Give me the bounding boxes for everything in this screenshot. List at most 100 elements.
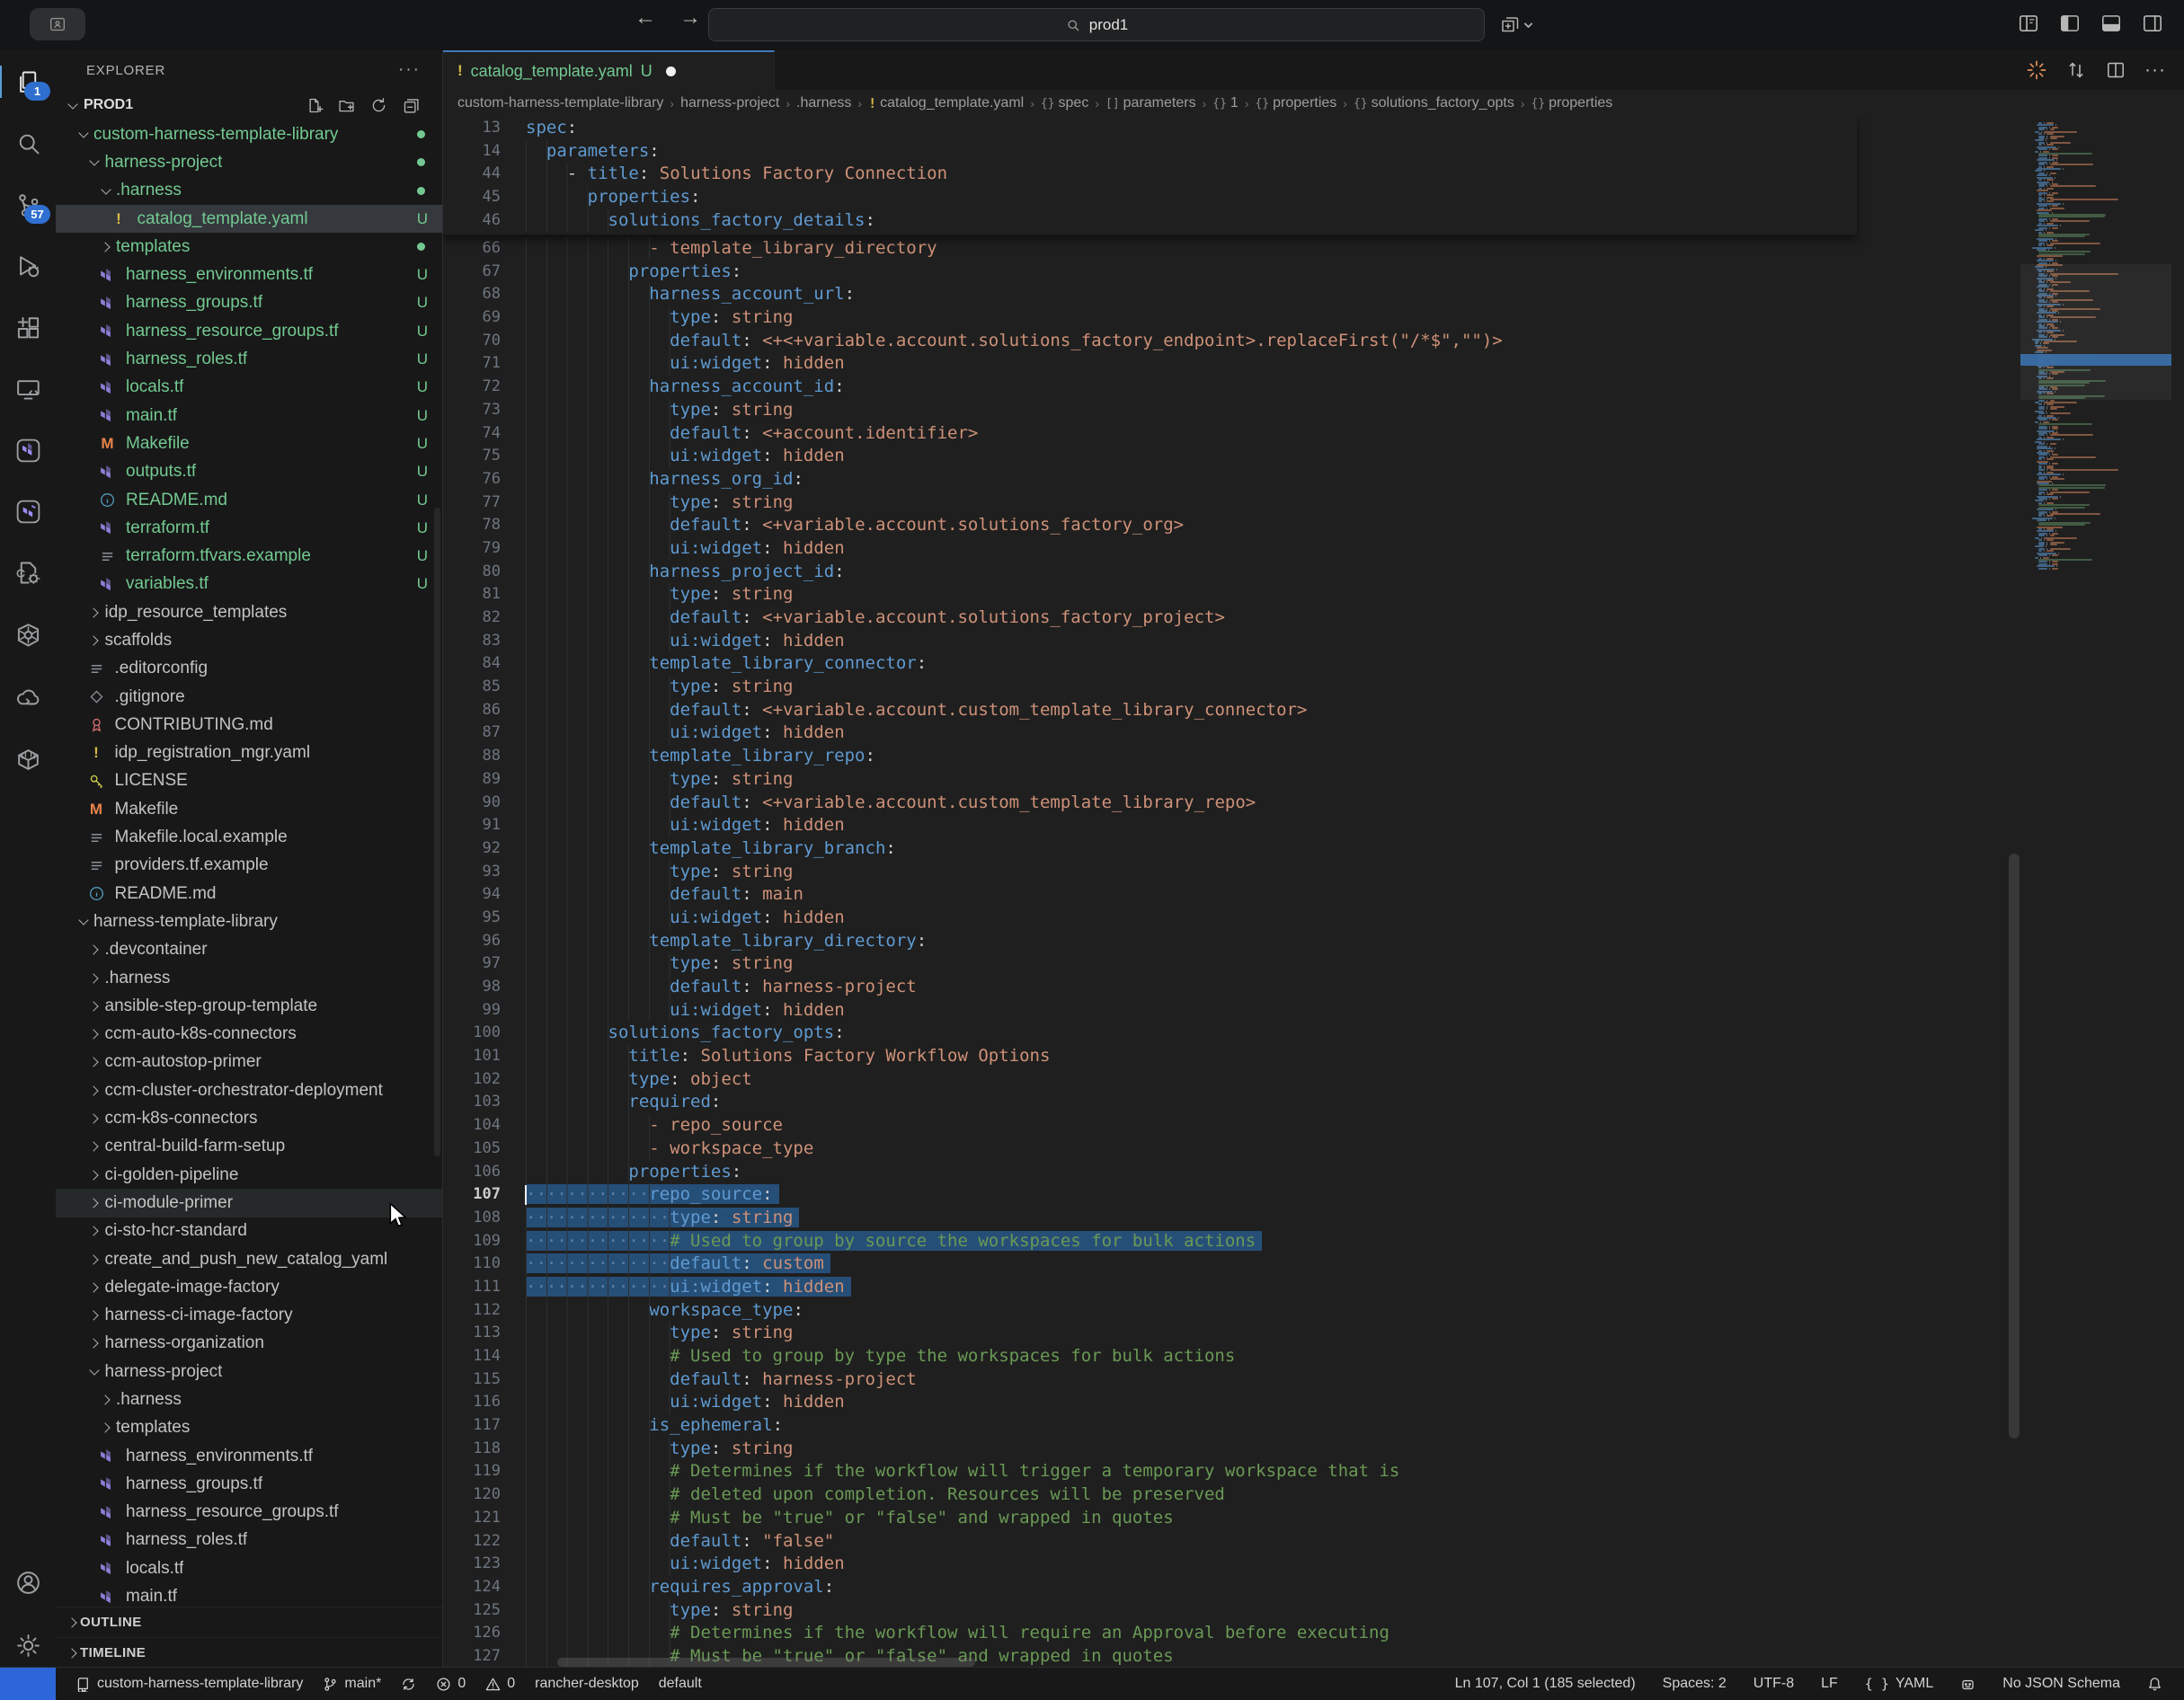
folder-delegate-image-factory[interactable]: delegate-image-factory: [56, 1273, 442, 1301]
timeline-section[interactable]: TIMELINE: [56, 1637, 442, 1668]
minimap-slider[interactable]: [2020, 264, 2171, 400]
code-line-76[interactable]: 76 harness_org_id:: [443, 468, 1857, 491]
remote-indicator[interactable]: [0, 1668, 56, 1700]
file-harness_environments.tf[interactable]: harness_environments.tf: [56, 1442, 442, 1470]
compare-changes-icon[interactable]: [2065, 59, 2087, 81]
activitybar-extensions[interactable]: [0, 307, 56, 349]
code-line-125[interactable]: 125 type: string: [443, 1599, 1857, 1623]
file-catalog_template.yaml[interactable]: !catalog_template.yamlU: [56, 205, 442, 233]
breadcrumb-item[interactable]: {}spec: [1041, 95, 1088, 111]
file-harness_roles.tf[interactable]: harness_roles.tf: [56, 1527, 442, 1554]
file-.gitignore[interactable]: .gitignore: [56, 683, 442, 711]
folder-ci-sto-hcr-standard[interactable]: ci-sto-hcr-standard: [56, 1217, 442, 1245]
code-line-116[interactable]: 116 ui:widget: hidden: [443, 1391, 1857, 1414]
code-line-126[interactable]: 126 # Determines if the workflow will re…: [443, 1622, 1857, 1645]
folder-ansible-step-group-template[interactable]: ansible-step-group-template: [56, 992, 442, 1020]
activitybar-search[interactable]: [0, 122, 56, 164]
code-line-70[interactable]: 70 default: <+<+variable.account.solutio…: [443, 330, 1857, 353]
code-line-93[interactable]: 93 type: string: [443, 861, 1857, 884]
code-line-73[interactable]: 73 type: string: [443, 399, 1857, 422]
breadcrumb-item[interactable]: []parameters: [1105, 95, 1196, 111]
sidebar-scrollbar[interactable]: [434, 508, 440, 1156]
forward-button[interactable]: →: [679, 5, 701, 31]
file-Makefile[interactable]: MMakefileU: [56, 429, 442, 457]
status-notifications[interactable]: [2147, 1677, 2162, 1692]
folder-.harness[interactable]: .harness: [56, 177, 442, 205]
code-line-13[interactable]: 13spec:: [443, 117, 1857, 140]
code-line-84[interactable]: 84 template_library_connector:: [443, 652, 1857, 676]
folder-harness-ci-image-factory[interactable]: harness-ci-image-factory: [56, 1301, 442, 1329]
activitybar-terraform-cloud[interactable]: [0, 491, 56, 532]
code-line-113[interactable]: 113 type: string: [443, 1322, 1857, 1345]
code-line-87[interactable]: 87 ui:widget: hidden: [443, 722, 1857, 745]
activitybar-remote-explorer[interactable]: [0, 368, 56, 410]
code-line-96[interactable]: 96 template_library_directory:: [443, 930, 1857, 953]
breadcrumb-item[interactable]: {}1: [1212, 95, 1238, 111]
file-Makefile[interactable]: MMakefile: [56, 795, 442, 823]
tab-catalog-template-yaml[interactable]: ! catalog_template.yaml U: [443, 50, 775, 90]
status-language-mode[interactable]: { }YAML: [1865, 1676, 1933, 1692]
code-line-100[interactable]: 100 solutions_factory_opts:: [443, 1022, 1857, 1045]
code-line-46[interactable]: 46 solutions_factory_details:: [443, 209, 1857, 233]
file-LICENSE[interactable]: LICENSE: [56, 767, 442, 795]
code-line-81[interactable]: 81 type: string: [443, 583, 1857, 607]
folder-ci-module-primer[interactable]: ci-module-primer: [56, 1189, 442, 1217]
status-json-schema[interactable]: No JSON Schema: [2002, 1676, 2120, 1692]
file-harness_environments.tf[interactable]: harness_environments.tfU: [56, 261, 442, 288]
customize-layout-icon[interactable]: [2017, 12, 2040, 35]
code-line-85[interactable]: 85 type: string: [443, 676, 1857, 699]
file-README.md[interactable]: README.md: [56, 880, 442, 908]
folder-.devcontainer[interactable]: .devcontainer: [56, 936, 442, 964]
file-harness_resource_groups.tf[interactable]: harness_resource_groups.tf: [56, 1499, 442, 1527]
file-Makefile.local.example[interactable]: Makefile.local.example: [56, 823, 442, 851]
file-terraform.tfvars.example[interactable]: terraform.tfvars.exampleU: [56, 542, 442, 570]
status-warnings[interactable]: 0: [485, 1676, 515, 1692]
file-main.tf[interactable]: main.tf: [56, 1582, 442, 1608]
code-line-80[interactable]: 80 harness_project_id:: [443, 561, 1857, 584]
activitybar-kubernetes[interactable]: [0, 615, 56, 656]
code-line-103[interactable]: 103 required:: [443, 1091, 1857, 1114]
code-line-77[interactable]: 77 type: string: [443, 491, 1857, 515]
folder-.harness[interactable]: .harness: [56, 964, 442, 992]
folder-ci-golden-pipeline[interactable]: ci-golden-pipeline: [56, 1161, 442, 1189]
status-repo[interactable]: custom-harness-template-library: [75, 1676, 303, 1692]
folder-harness-organization[interactable]: harness-organization: [56, 1330, 442, 1358]
file-README.md[interactable]: README.mdU: [56, 486, 442, 514]
code-line-44[interactable]: 44 - title: Solutions Factory Connection: [443, 163, 1857, 186]
more-actions[interactable]: ···: [2144, 59, 2166, 81]
file-locals.tf[interactable]: locals.tf: [56, 1554, 442, 1582]
file-harness_groups.tf[interactable]: harness_groups.tf: [56, 1470, 442, 1498]
file-providers.tf.example[interactable]: providers.tf.example: [56, 852, 442, 880]
breadcrumb-item[interactable]: {}solutions_factory_opts: [1354, 95, 1514, 111]
code-line-90[interactable]: 90 default: <+variable.account.custom_te…: [443, 792, 1857, 815]
file-main.tf[interactable]: main.tfU: [56, 402, 442, 429]
code-line-99[interactable]: 99 ui:widget: hidden: [443, 999, 1857, 1023]
folder-ccm-k8s-connectors[interactable]: ccm-k8s-connectors: [56, 1104, 442, 1132]
code-line-124[interactable]: 124 requires_approval:: [443, 1576, 1857, 1599]
file-variables.tf[interactable]: variables.tfU: [56, 571, 442, 598]
code-line-109[interactable]: 109··············# Used to group by sour…: [443, 1230, 1857, 1253]
breadcrumb-item[interactable]: {}properties: [1255, 95, 1336, 111]
breadcrumb-item[interactable]: custom-harness-template-library: [457, 95, 663, 111]
split-editor-icon[interactable]: [2105, 59, 2126, 81]
file-CONTRIBUTING.md[interactable]: CONTRIBUTING.md: [56, 711, 442, 739]
code-line-68[interactable]: 68 harness_account_url:: [443, 283, 1857, 306]
code-line-112[interactable]: 112 workspace_type:: [443, 1299, 1857, 1323]
code-line-82[interactable]: 82 default: <+variable.account.solutions…: [443, 607, 1857, 630]
activitybar-settings[interactable]: [0, 1625, 56, 1666]
code-area[interactable]: 66 - template_library_directory67 proper…: [443, 117, 2020, 1668]
file-harness_groups.tf[interactable]: harness_groups.tfU: [56, 289, 442, 317]
status-feedback[interactable]: [1960, 1677, 1975, 1692]
code-line-104[interactable]: 104 - repo_source: [443, 1114, 1857, 1138]
new-file-icon[interactable]: [305, 96, 324, 115]
folder-harness-template-library[interactable]: harness-template-library: [56, 908, 442, 935]
folder-create_and_push_new_catalog_yaml[interactable]: create_and_push_new_catalog_yaml: [56, 1245, 442, 1273]
code-line-45[interactable]: 45 properties:: [443, 186, 1857, 209]
status-encoding[interactable]: UTF-8: [1753, 1676, 1794, 1692]
status-kube-namespace[interactable]: default: [659, 1676, 702, 1692]
file-outputs.tf[interactable]: outputs.tfU: [56, 458, 442, 486]
activitybar-run-debug[interactable]: [0, 245, 56, 287]
code-line-92[interactable]: 92 template_library_branch:: [443, 837, 1857, 861]
new-window-button[interactable]: [1499, 13, 1533, 35]
activitybar-cloud-shell[interactable]: [0, 677, 56, 719]
